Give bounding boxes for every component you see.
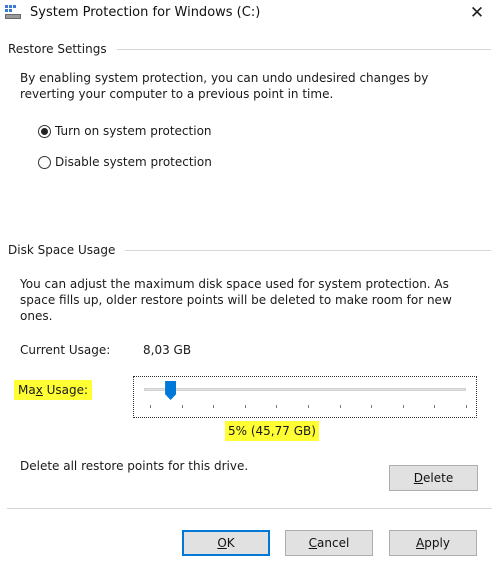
cancel-label: ancel bbox=[317, 536, 350, 550]
restore-settings-header: Restore Settings bbox=[8, 42, 107, 56]
ok-accelerator: O bbox=[217, 536, 227, 550]
max-usage-slider[interactable] bbox=[133, 376, 477, 418]
ok-button[interactable]: OK bbox=[182, 530, 270, 556]
slider-tick bbox=[402, 405, 404, 408]
restore-description-line-1: By enabling system protection, you can u… bbox=[20, 71, 429, 85]
delete-button[interactable]: Delete bbox=[389, 465, 478, 491]
slider-track[interactable] bbox=[144, 388, 466, 391]
restore-description-line-2: reverting your computer to a previous po… bbox=[20, 87, 334, 101]
disk-description-line-2: space fills up, older restore points wil… bbox=[20, 293, 452, 307]
group-divider bbox=[116, 48, 491, 50]
slider-thumb[interactable] bbox=[165, 381, 177, 400]
close-icon[interactable]: ✕ bbox=[467, 2, 487, 24]
disk-space-header: Disk Space Usage bbox=[8, 243, 116, 257]
slider-tick bbox=[371, 405, 373, 408]
apply-button[interactable]: Apply bbox=[389, 530, 477, 556]
delete-label: elete bbox=[423, 471, 454, 485]
cancel-accelerator: C bbox=[308, 536, 318, 550]
max-usage-label-text: Ma bbox=[18, 383, 36, 397]
disk-space-group: Disk Space Usage bbox=[8, 242, 491, 258]
slider-tick bbox=[244, 405, 246, 408]
apply-label: pply bbox=[424, 536, 450, 550]
disk-description-line-3: ones. bbox=[20, 309, 53, 323]
slider-tick bbox=[150, 405, 151, 408]
restore-settings-group: Restore Settings bbox=[8, 41, 491, 57]
slider-tick bbox=[434, 405, 436, 408]
delete-accelerator: D bbox=[413, 471, 424, 485]
group-divider bbox=[125, 249, 491, 251]
radio-turn-on-protection[interactable]: Turn on system protection bbox=[38, 122, 212, 140]
max-usage-label-text-rest: Usage: bbox=[42, 383, 89, 397]
max-usage-accelerator: x bbox=[35, 383, 43, 397]
bottom-separator bbox=[7, 508, 492, 509]
slider-tick bbox=[181, 405, 183, 408]
slider-tick bbox=[466, 405, 467, 408]
system-protection-drive-icon bbox=[4, 4, 22, 20]
window-title: System Protection for Windows (C:) bbox=[30, 5, 261, 20]
max-usage-label: Max Usage: bbox=[14, 380, 93, 400]
radio-button-selected[interactable] bbox=[38, 124, 51, 138]
ok-label: K bbox=[226, 536, 235, 550]
title-bar: System Protection for Windows (C:) ✕ bbox=[0, 0, 499, 30]
radio-button[interactable] bbox=[38, 155, 51, 169]
radio-label: Turn on system protection bbox=[55, 124, 212, 138]
slider-tick bbox=[339, 405, 341, 408]
radio-disable-protection[interactable]: Disable system protection bbox=[38, 153, 212, 171]
delete-restore-points-text: Delete all restore points for this drive… bbox=[20, 459, 249, 473]
current-usage-label: Current Usage: bbox=[20, 343, 111, 357]
restore-settings-description: By enabling system protection, you can u… bbox=[20, 70, 428, 102]
slider-tick bbox=[276, 405, 278, 408]
disk-space-description: You can adjust the maximum disk space us… bbox=[20, 276, 452, 324]
slider-tick bbox=[213, 405, 215, 408]
cancel-button[interactable]: Cancel bbox=[285, 530, 373, 556]
slider-tick bbox=[308, 405, 309, 408]
radio-label: Disable system protection bbox=[55, 155, 212, 169]
current-usage-value: 8,03 GB bbox=[143, 343, 192, 357]
max-usage-value: 5% (45,77 GB) bbox=[225, 421, 319, 441]
disk-description-line-1: You can adjust the maximum disk space us… bbox=[20, 277, 449, 291]
